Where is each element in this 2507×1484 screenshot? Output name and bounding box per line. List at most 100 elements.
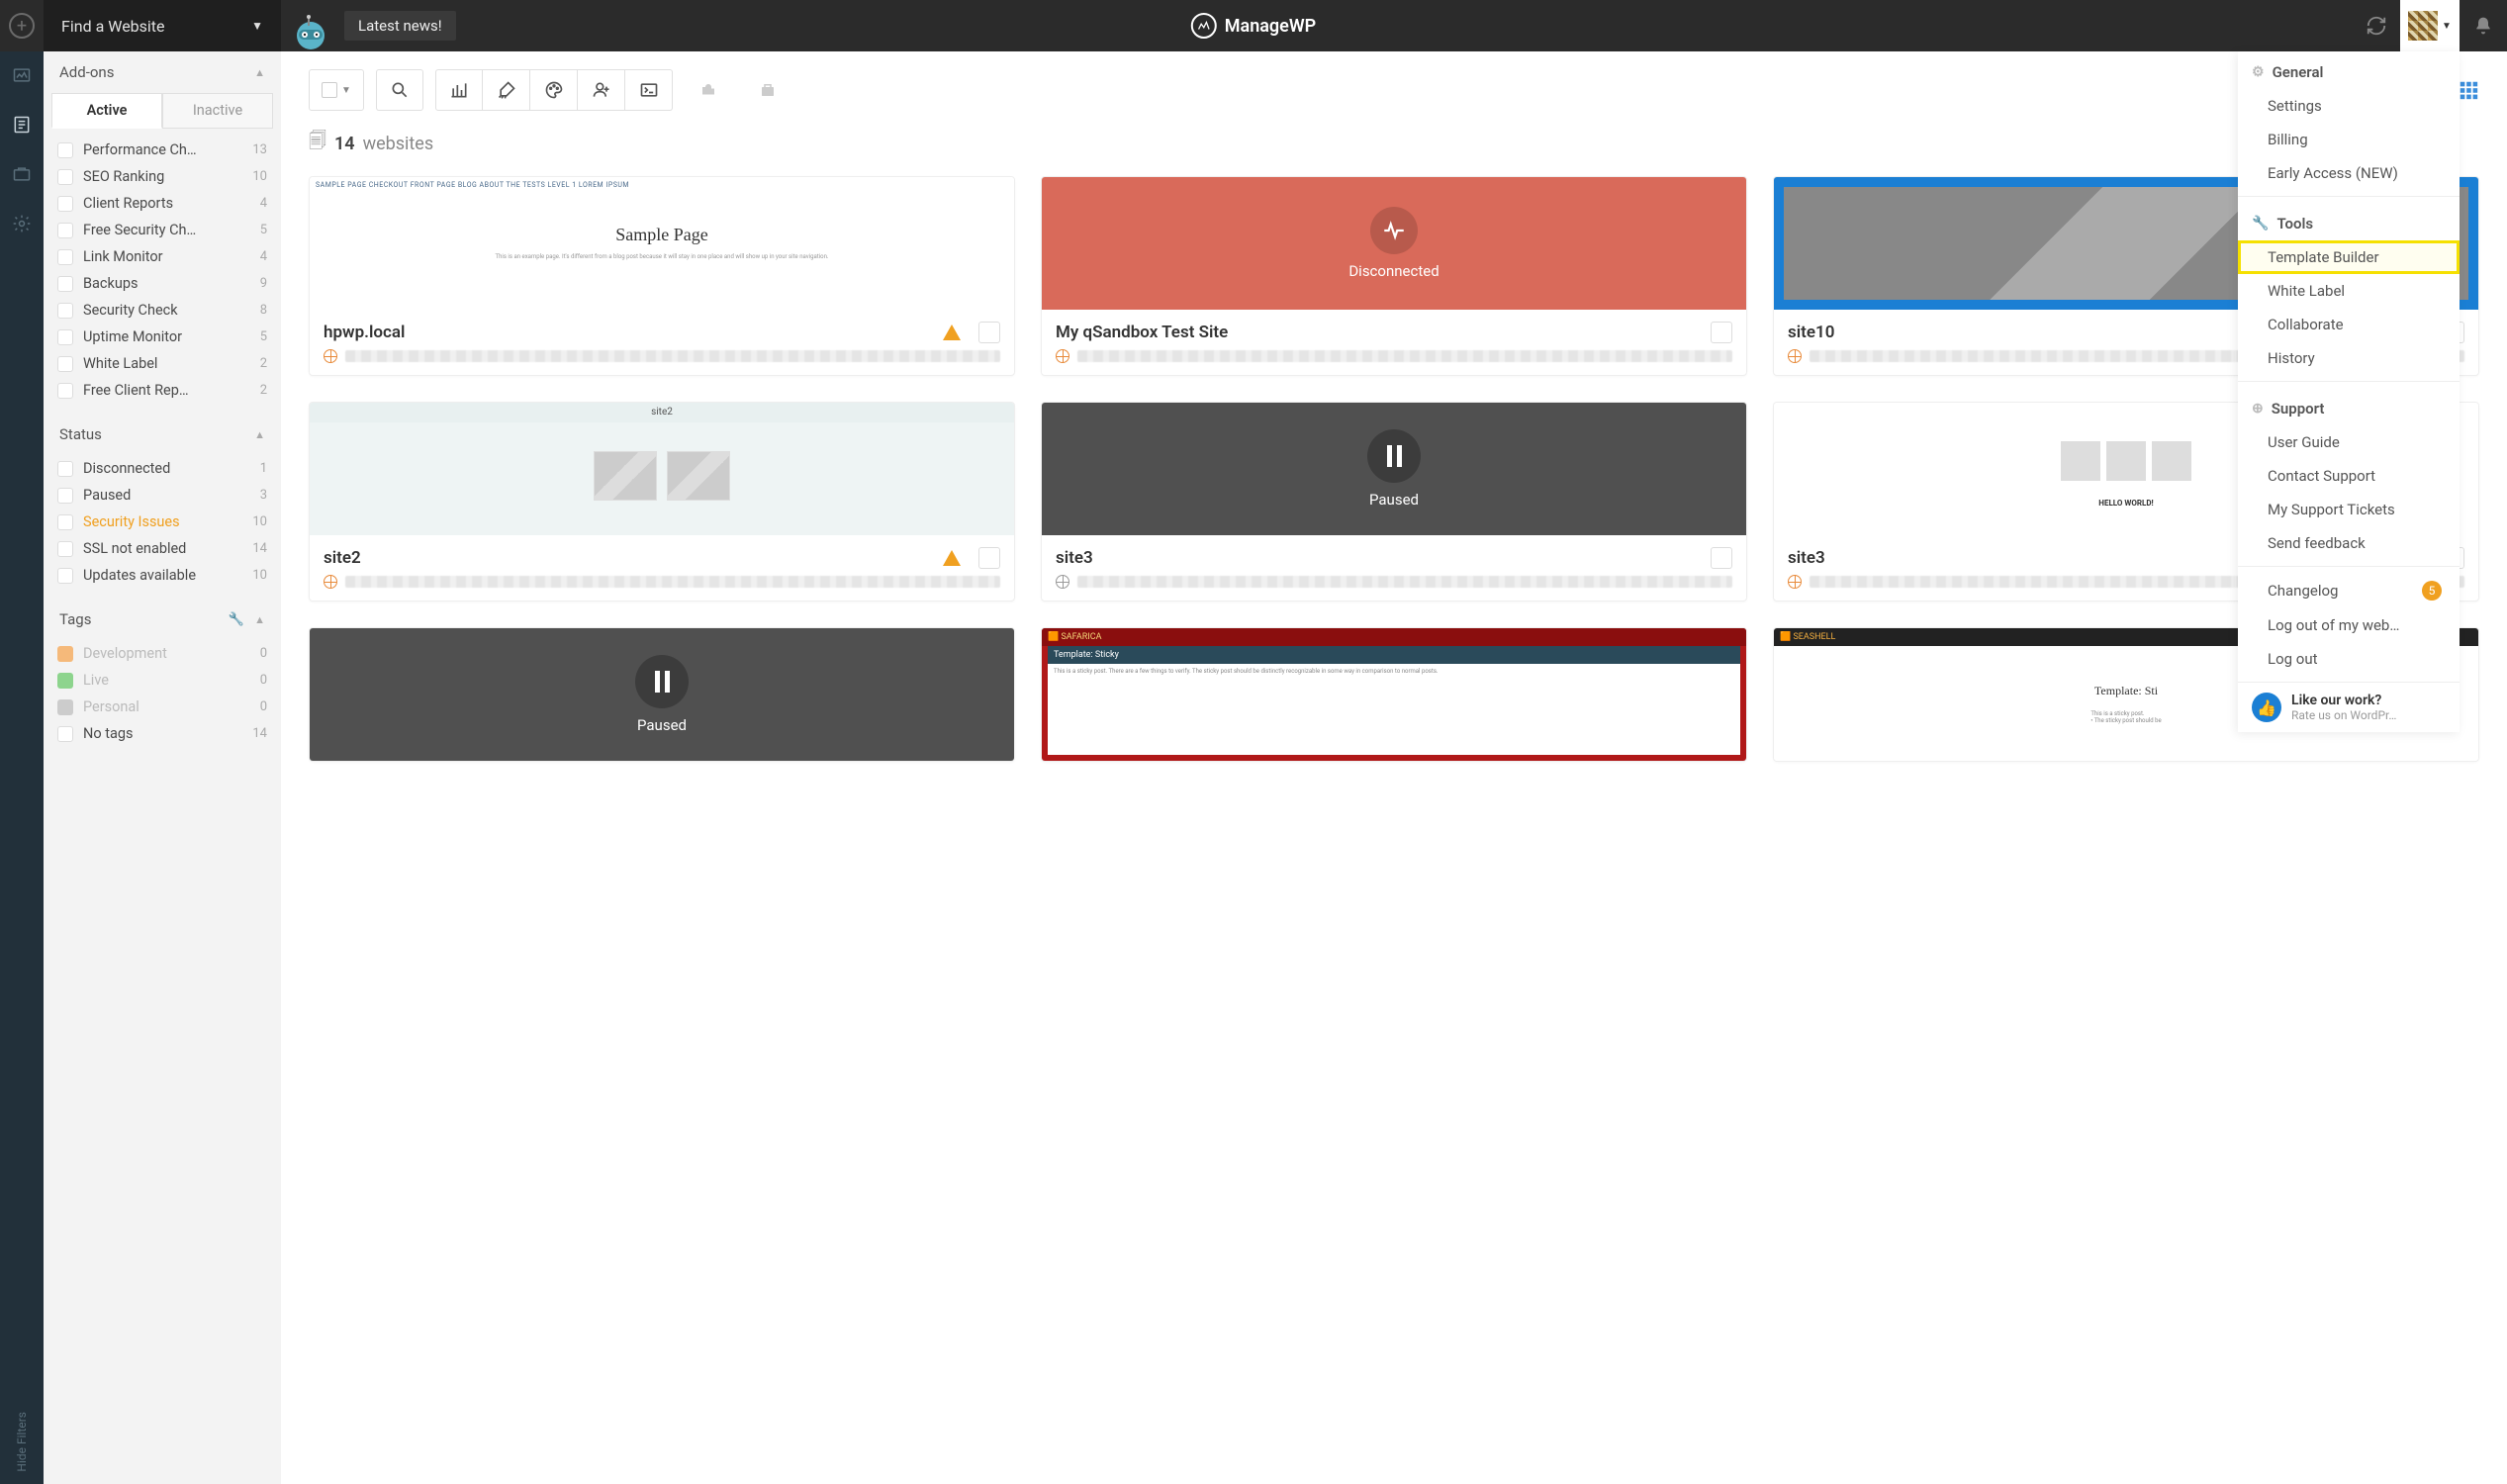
wrench-icon: 🔧 <box>2252 216 2269 232</box>
tab-active[interactable]: Active <box>51 93 162 129</box>
section-tags-head[interactable]: Tags 🔧▲ <box>44 599 281 640</box>
website-card[interactable]: Disconnected My qSandbox Test Site <box>1041 176 1747 376</box>
select-all-toggle[interactable]: ▼ <box>309 69 364 111</box>
add-site-button[interactable]: + <box>0 0 44 51</box>
collapse-icon: ▲ <box>254 66 265 79</box>
checkbox[interactable] <box>57 356 73 372</box>
filter-status[interactable]: Disconnected 1 <box>53 455 271 482</box>
search-button[interactable] <box>376 69 423 111</box>
filter-tag[interactable]: Live 0 <box>53 667 271 694</box>
checkbox[interactable] <box>57 249 73 265</box>
dropdown-item[interactable]: Settings <box>2238 89 2460 123</box>
dropdown-item[interactable]: Billing <box>2238 123 2460 156</box>
card-checkbox[interactable] <box>978 322 1000 343</box>
checkbox[interactable] <box>57 303 73 319</box>
dropdown-item[interactable]: History <box>2238 341 2460 375</box>
dropdown-item[interactable]: Changelog5 <box>2238 573 2460 608</box>
website-card[interactable]: Paused site3 <box>1041 402 1747 602</box>
main-area: ▼ 🗐 14 websites SAMPLE PAGE CHECKOUT FRO… <box>281 51 2507 1484</box>
checkbox[interactable] <box>57 169 73 185</box>
grid-view-button[interactable] <box>2458 79 2479 101</box>
dropdown-item[interactable]: Collaborate <box>2238 308 2460 341</box>
filter-addon[interactable]: Performance Ch… 13 <box>53 137 271 163</box>
latest-news-button[interactable]: Latest news! <box>344 11 456 41</box>
tab-inactive[interactable]: Inactive <box>162 93 273 129</box>
filter-tag[interactable]: Personal 0 <box>53 694 271 720</box>
filter-status[interactable]: Updates available 10 <box>53 562 271 589</box>
find-website-label: Find a Website <box>61 17 165 36</box>
terminal-button[interactable] <box>625 69 673 111</box>
filter-addon[interactable]: Client Reports 4 <box>53 190 271 217</box>
card-checkbox[interactable] <box>1711 322 1732 343</box>
filter-tag[interactable]: No tags 14 <box>53 720 271 747</box>
checkbox[interactable] <box>57 541 73 557</box>
filter-addon[interactable]: Link Monitor 4 <box>53 243 271 270</box>
filter-addon[interactable]: Uptime Monitor 5 <box>53 324 271 350</box>
user-menu-button[interactable]: ▼ <box>2400 0 2460 51</box>
checkbox[interactable] <box>57 488 73 504</box>
filter-addon[interactable]: Backups 9 <box>53 270 271 297</box>
report-icon[interactable] <box>10 113 34 137</box>
analytics-button[interactable] <box>435 69 483 111</box>
notifications-button[interactable] <box>2460 0 2507 51</box>
checkbox[interactable] <box>57 276 73 292</box>
dropdown-item[interactable]: Log out of my web… <box>2238 608 2460 642</box>
filter-addon[interactable]: SEO Ranking 10 <box>53 163 271 190</box>
card-title: My qSandbox Test Site <box>1056 323 1228 342</box>
settings-icon[interactable] <box>10 212 34 235</box>
dropdown-item[interactable]: Template Builder <box>2238 240 2460 274</box>
dropdown-item[interactable]: White Label <box>2238 274 2460 308</box>
card-title: site3 <box>1056 548 1093 568</box>
dropdown-group-head: 🔧Tools <box>2238 203 2460 240</box>
thumbs-up-icon: 👍 <box>2252 693 2281 722</box>
filter-addon[interactable]: White Label 2 <box>53 350 271 377</box>
website-card[interactable]: site2 site2 <box>309 402 1015 602</box>
filter-addon[interactable]: Free Security Ch… 5 <box>53 217 271 243</box>
section-status-head[interactable]: Status ▲ <box>44 414 281 455</box>
status-filter-list: Disconnected 1 Paused 3 Security Issues … <box>44 455 281 599</box>
checkbox[interactable] <box>57 329 73 345</box>
clean-button[interactable] <box>483 69 530 111</box>
checkbox[interactable] <box>57 568 73 584</box>
card-checkbox[interactable] <box>978 547 1000 569</box>
card-checkbox[interactable] <box>1711 547 1732 569</box>
checkbox[interactable] <box>57 142 73 158</box>
checkbox[interactable] <box>57 726 73 742</box>
faded-action-2[interactable] <box>744 69 791 111</box>
filter-addon[interactable]: Security Check 8 <box>53 297 271 324</box>
dropdown-item[interactable]: Early Access (NEW) <box>2238 156 2460 190</box>
checkbox[interactable] <box>57 196 73 212</box>
website-card[interactable]: 🟧 SAFARICATemplate: StickyThis is a stic… <box>1041 627 1747 762</box>
section-addons-head[interactable]: Add-ons ▲ <box>44 51 281 93</box>
faded-action-1[interactable] <box>685 69 732 111</box>
checkbox[interactable] <box>57 514 73 530</box>
website-card[interactable]: SAMPLE PAGE CHECKOUT FRONT PAGE BLOG ABO… <box>309 176 1015 376</box>
dropdown-item[interactable]: User Guide <box>2238 425 2460 459</box>
palette-button[interactable] <box>530 69 578 111</box>
dropdown-item[interactable]: My Support Tickets <box>2238 493 2460 526</box>
checkbox[interactable] <box>57 223 73 238</box>
websites-count: 🗐 14 websites <box>309 129 2479 158</box>
filter-status[interactable]: Paused 3 <box>53 482 271 509</box>
dropdown-item[interactable]: Send feedback <box>2238 526 2460 560</box>
hide-filters-toggle[interactable]: Hide Filters <box>15 1412 29 1472</box>
dropdown-footer[interactable]: 👍 Like our work?Rate us on WordPr… <box>2238 682 2460 722</box>
dashboard-icon[interactable] <box>10 63 34 87</box>
checkbox[interactable] <box>57 461 73 477</box>
caret-down-icon: ▼ <box>2442 21 2452 32</box>
refresh-button[interactable] <box>2353 0 2400 51</box>
filter-addon[interactable]: Free Client Rep… 2 <box>53 377 271 404</box>
find-website-select[interactable]: Find a Website ▼ <box>44 0 281 51</box>
addons-icon[interactable] <box>10 162 34 186</box>
filter-status[interactable]: Security Issues 10 <box>53 509 271 535</box>
wrench-icon[interactable]: 🔧 <box>229 612 244 627</box>
dropdown-item[interactable]: Log out <box>2238 642 2460 676</box>
tag-swatch <box>57 699 73 715</box>
website-card[interactable]: Paused <box>309 627 1015 762</box>
dropdown-item[interactable]: Contact Support <box>2238 459 2460 493</box>
collapse-icon: ▲ <box>254 428 265 441</box>
filter-tag[interactable]: Development 0 <box>53 640 271 667</box>
user-button[interactable] <box>578 69 625 111</box>
checkbox[interactable] <box>57 383 73 399</box>
filter-status[interactable]: SSL not enabled 14 <box>53 535 271 562</box>
